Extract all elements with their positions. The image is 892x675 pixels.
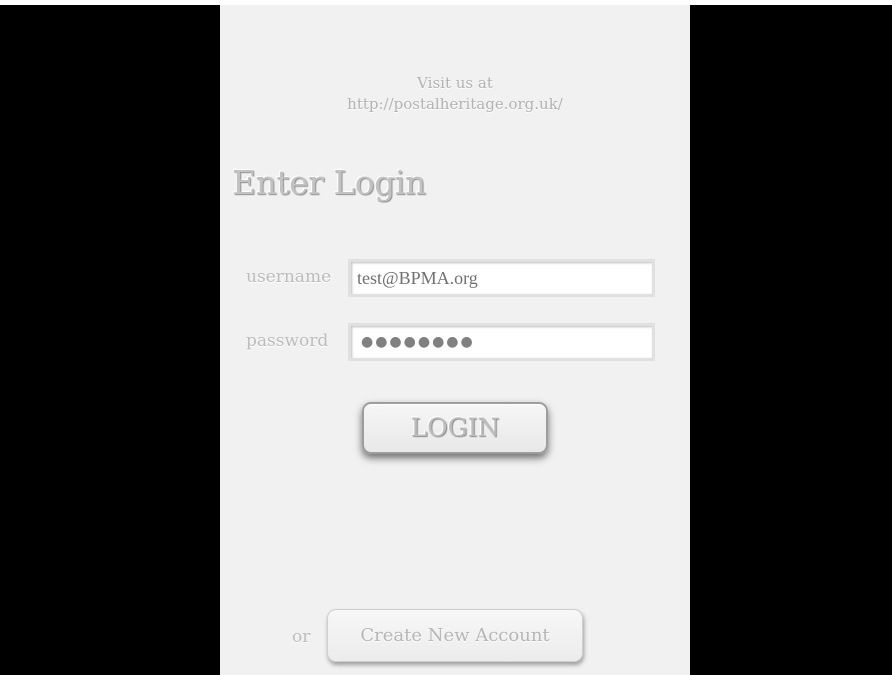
password-mask: ●●●●●●●● bbox=[361, 334, 475, 350]
password-field[interactable]: ●●●●●●●● bbox=[348, 323, 655, 361]
username-field[interactable]: test@BPMA.org bbox=[348, 259, 655, 297]
or-separator: or bbox=[292, 627, 311, 647]
page-title: Enter Login bbox=[232, 163, 426, 202]
login-panel: Visit us at http://postalheritage.org.uk… bbox=[220, 5, 690, 675]
website-link[interactable]: http://postalheritage.org.uk/ bbox=[220, 94, 690, 115]
username-value: test@BPMA.org bbox=[357, 268, 478, 288]
create-account-button[interactable]: Create New Account bbox=[327, 609, 583, 662]
app-screen: Visit us at http://postalheritage.org.uk… bbox=[0, 0, 892, 675]
visit-notice: Visit us at http://postalheritage.org.uk… bbox=[220, 73, 690, 115]
password-label: password bbox=[246, 331, 329, 351]
login-button[interactable]: LOGIN bbox=[362, 402, 548, 454]
username-label: username bbox=[246, 267, 332, 287]
visit-text: Visit us at bbox=[417, 74, 493, 92]
